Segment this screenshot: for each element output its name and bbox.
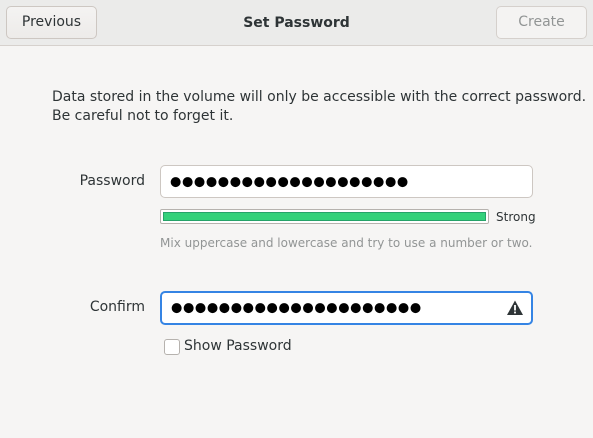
previous-button[interactable]: Previous: [6, 6, 97, 39]
confirm-field[interactable]: ●●●●●●●●●●●●●●●●●●●●●: [160, 291, 533, 325]
description-line-1: Data stored in the volume will only be a…: [52, 89, 587, 105]
password-field[interactable]: ●●●●●●●●●●●●●●●●●●●●: [160, 165, 533, 198]
password-strength-bar: [160, 209, 489, 224]
password-strength-label: Strong: [496, 210, 536, 224]
warning-icon[interactable]: [506, 299, 524, 317]
confirm-label: Confirm: [89, 299, 145, 315]
password-strength-fill: [163, 212, 486, 221]
password-label: Password: [79, 173, 145, 189]
create-button[interactable]: Create: [496, 6, 587, 39]
show-password-checkbox[interactable]: [164, 339, 180, 355]
password-hint: Mix uppercase and lowercase and try to u…: [160, 236, 533, 250]
password-value: ●●●●●●●●●●●●●●●●●●●●: [170, 174, 409, 189]
confirm-value: ●●●●●●●●●●●●●●●●●●●●●: [171, 300, 422, 316]
description-text: Data stored in the volume will only be a…: [52, 88, 587, 126]
header-bar: Previous Set Password Create: [0, 0, 593, 46]
show-password-label[interactable]: Show Password: [184, 338, 292, 354]
description-line-2: Be careful not to forget it.: [52, 108, 234, 124]
